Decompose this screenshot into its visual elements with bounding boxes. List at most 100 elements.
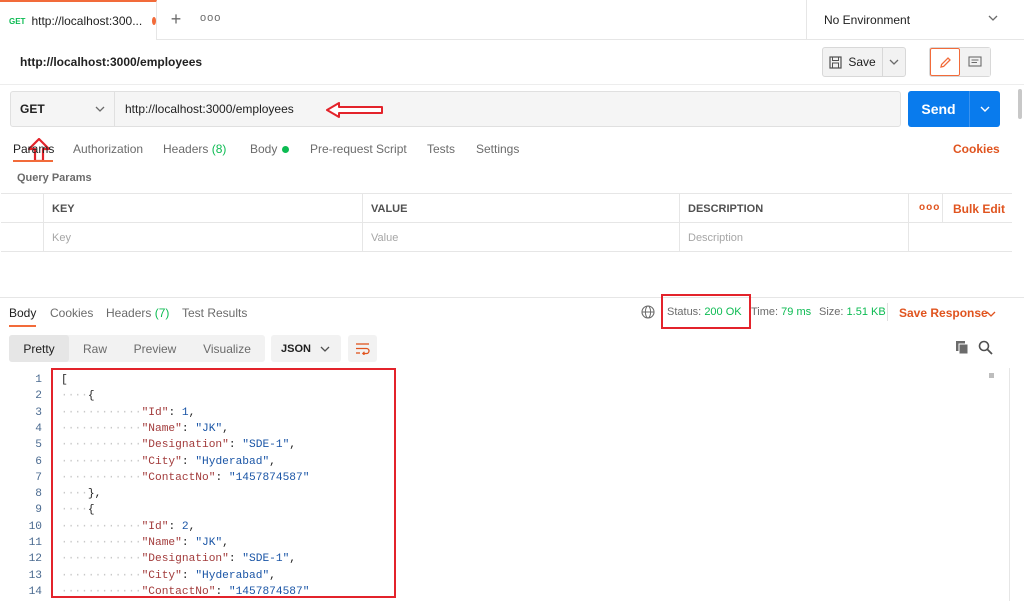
bulk-edit-link[interactable]: Bulk Edit — [953, 202, 1005, 216]
send-button[interactable]: Send — [908, 91, 970, 127]
save-button[interactable]: Save — [823, 48, 883, 76]
unsaved-dot-icon — [152, 17, 156, 25]
method-value: GET — [20, 102, 45, 116]
request-tabs: Params Authorization Headers (8) Body Pr… — [0, 133, 1024, 163]
chevron-down-icon — [320, 346, 330, 352]
tab-body[interactable]: Body — [250, 142, 290, 156]
chevron-down-icon — [980, 106, 990, 112]
line-number: 3 — [35, 406, 42, 419]
plus-icon[interactable]: + — [168, 10, 184, 28]
request-tab-method: GET — [9, 16, 26, 26]
line-number: 8 — [35, 488, 42, 501]
request-tab[interactable]: GET http://localhost:300... — [0, 0, 157, 40]
send-button-group: Send — [908, 91, 1000, 127]
time-label: Time: — [751, 306, 779, 318]
documentation-button[interactable] — [960, 48, 990, 76]
chevron-down-icon[interactable] — [986, 309, 996, 319]
send-dropdown-button[interactable] — [970, 91, 1000, 127]
view-visualize[interactable]: Visualize — [189, 335, 265, 362]
table-row: Key Value Description — [1, 223, 1012, 252]
document-icon — [968, 56, 982, 67]
description-input[interactable]: Description — [679, 223, 908, 252]
tab-pre-request-script[interactable]: Pre-request Script — [310, 142, 407, 156]
request-name: http://localhost:3000/employees — [20, 55, 203, 69]
line-number: 6 — [35, 455, 42, 468]
view-mode-group — [929, 47, 991, 77]
view-pretty[interactable]: Pretty — [9, 335, 69, 362]
response-active-underline — [9, 325, 36, 327]
save-icon — [829, 55, 842, 69]
column-key: KEY — [43, 194, 362, 223]
more-icon[interactable]: ooo — [200, 12, 220, 28]
save-button-group: Save — [822, 47, 906, 77]
line-number: 10 — [28, 520, 42, 533]
response-tab-cookies[interactable]: Cookies — [50, 306, 93, 320]
environment-label: No Environment — [824, 13, 911, 27]
environment-selector[interactable]: No Environment — [806, 0, 1024, 40]
size-label: Size: — [819, 306, 844, 318]
tab-headers-label: Headers — [163, 142, 209, 156]
url-bar: GET — [10, 91, 901, 127]
column-bulk-edit: Bulk Edit — [942, 194, 1012, 223]
wrap-lines-button[interactable] — [348, 335, 377, 362]
format-value: JSON — [281, 342, 311, 355]
tab-settings[interactable]: Settings — [476, 142, 519, 156]
line-number: 1 — [35, 374, 42, 386]
request-tab-title: http://localhost:300... — [31, 14, 143, 28]
view-mode-tabs: Pretty Raw Preview Visualize — [9, 335, 265, 362]
save-response-button[interactable]: Save Response — [899, 306, 988, 320]
copy-icon[interactable] — [955, 340, 970, 355]
line-number: 5 — [35, 439, 42, 452]
line-number: 4 — [35, 422, 42, 435]
search-icon[interactable] — [978, 340, 993, 355]
column-description: DESCRIPTION — [679, 194, 908, 223]
response-tab-test-results[interactable]: Test Results — [182, 306, 247, 320]
cookies-link[interactable]: Cookies — [953, 142, 1000, 156]
key-input[interactable]: Key — [43, 223, 362, 252]
view-raw[interactable]: Raw — [69, 335, 121, 362]
method-select[interactable]: GET — [11, 92, 115, 126]
tab-authorization[interactable]: Authorization — [73, 142, 143, 156]
more-icon[interactable]: ooo — [919, 202, 939, 213]
view-preview[interactable]: Preview — [121, 335, 189, 362]
chevron-down-icon — [988, 15, 998, 21]
tab-body-label: Body — [250, 142, 278, 156]
response-divider — [0, 297, 1024, 298]
tab-headers[interactable]: Headers (8) — [163, 142, 226, 156]
response-tab-headers[interactable]: Headers (7) — [106, 306, 169, 320]
scrollbar-marker — [989, 373, 994, 378]
line-number: 11 — [28, 537, 42, 549]
line-number: 12 — [28, 553, 42, 566]
url-input[interactable] — [115, 92, 900, 126]
time-value: 79 ms — [781, 306, 812, 318]
request-title-bar: http://localhost:3000/employees Save — [0, 41, 1024, 119]
response-headers-count: (7) — [154, 306, 170, 320]
chevron-down-icon — [889, 59, 899, 65]
tab-headers-count: (8) — [211, 142, 227, 156]
response-scrollbar[interactable] — [1009, 368, 1023, 601]
body-indicator-icon — [282, 146, 290, 154]
value-input[interactable]: Value — [362, 223, 679, 252]
row-actions — [908, 223, 1012, 252]
wrap-icon — [356, 343, 370, 355]
save-dropdown-button[interactable] — [883, 48, 905, 76]
column-actions: ooo — [908, 194, 942, 223]
globe-icon[interactable] — [641, 305, 655, 319]
response-tab-body[interactable]: Body — [9, 306, 36, 320]
pencil-icon — [939, 56, 951, 68]
tab-strip: GET http://localhost:300... + ooo No Env… — [0, 0, 1024, 40]
response-headers-label: Headers — [106, 306, 152, 320]
size-value: 1.51 KB — [846, 306, 886, 318]
response-highlight-box — [51, 368, 396, 598]
side-scrollbar[interactable] — [1018, 89, 1022, 119]
format-select[interactable]: JSON — [271, 335, 341, 362]
edit-mode-button[interactable] — [930, 48, 960, 76]
size-info[interactable]: Size: 1.51 KB — [819, 306, 886, 318]
tab-tests[interactable]: Tests — [427, 142, 455, 156]
active-tab-underline — [13, 160, 53, 162]
time-info[interactable]: Time: 79 ms — [751, 306, 811, 318]
query-params-header: KEY VALUE DESCRIPTION ooo Bulk Edit — [1, 194, 1012, 223]
tab-params[interactable]: Params — [13, 142, 54, 156]
line-number: 14 — [28, 585, 42, 598]
query-params-label: Query Params — [17, 172, 92, 184]
